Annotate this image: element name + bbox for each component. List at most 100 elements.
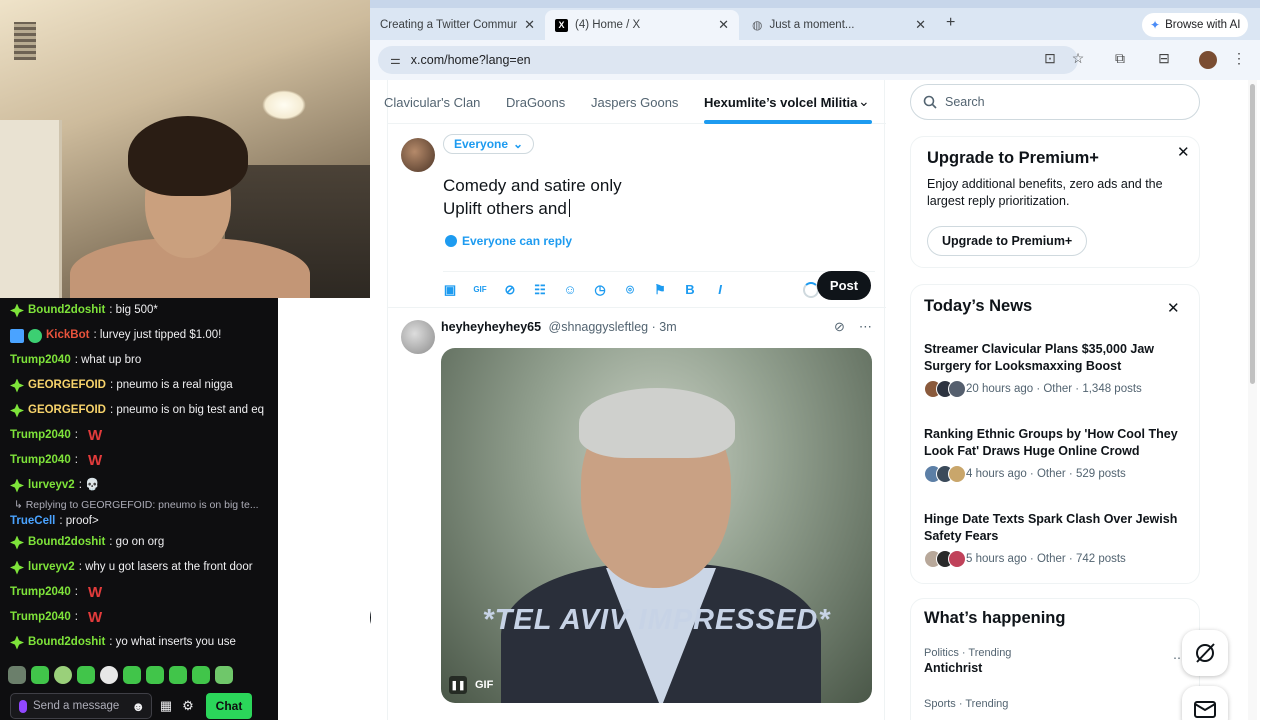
tweet[interactable]: heyheyheyhey65 @shnaggysleftleg · 3m ⊘ ⋯ — [388, 310, 886, 720]
close-icon[interactable]: ✕ — [1167, 299, 1180, 317]
subscriber-badge-icon — [10, 560, 24, 575]
emote-icon[interactable] — [8, 666, 26, 684]
tab-creating-community[interactable]: Creating a Twitter Community ✕ — [370, 10, 545, 40]
chat-username[interactable]: Trump2040 — [10, 605, 71, 630]
emote-icon[interactable] — [123, 666, 141, 684]
location-icon[interactable]: ⌾ — [623, 283, 637, 297]
cast-search-icon[interactable]: ⊟ — [1154, 50, 1174, 67]
chat-messages[interactable]: Bound2doshit: big 500* KickBot: lurvey j… — [0, 298, 278, 660]
chat-username[interactable]: GEORGEFOID — [28, 398, 106, 423]
chat-username[interactable]: TrueCell — [10, 512, 55, 530]
subscriber-badge-icon — [10, 303, 24, 318]
poll-icon[interactable]: ☷ — [533, 283, 547, 297]
tab-x-home[interactable]: X (4) Home / X ✕ — [545, 10, 739, 40]
tab-dragoons[interactable]: DraGoons — [506, 95, 565, 110]
chat-username[interactable]: GEORGEFOID — [28, 373, 106, 398]
emote-icon[interactable] — [215, 666, 233, 684]
tab-clavicular-clan[interactable]: Clavicular's Clan — [384, 95, 480, 110]
feather-compose-icon — [370, 596, 371, 639]
pause-icon[interactable]: ❚❚ — [449, 676, 467, 694]
grok-floating-button[interactable] — [1182, 630, 1228, 676]
emote-icon[interactable] — [54, 666, 72, 684]
right-sidebar: Search Upgrade to Premium+ ✕ Enjoy addit… — [910, 80, 1228, 720]
chat-username[interactable]: Bound2doshit — [28, 298, 105, 323]
news-headline: Streamer Clavicular Plans $35,000 Jaw Su… — [924, 342, 1155, 373]
chat-username[interactable]: Bound2doshit — [28, 530, 105, 555]
emote-icon[interactable] — [192, 666, 210, 684]
emote-icon[interactable] — [77, 666, 95, 684]
close-tab-icon[interactable]: ✕ — [915, 17, 926, 33]
emoji-icon[interactable]: ☺ — [563, 283, 577, 297]
news-item[interactable]: Streamer Clavicular Plans $35,000 Jaw Su… — [924, 341, 1192, 398]
trend-item[interactable]: Politics · Trending Antichrist — [924, 647, 1184, 675]
emote-icon[interactable] — [31, 666, 49, 684]
install-app-icon[interactable]: ⊡ — [1040, 50, 1060, 67]
tweet-gif[interactable]: *TEL AVIV IMPRESSED* ❚❚ GIF — [441, 348, 872, 703]
italic-icon[interactable]: I — [713, 283, 727, 297]
search-input[interactable]: Search — [910, 84, 1200, 120]
site-settings-icon[interactable]: ⚌ — [390, 53, 401, 67]
chat-send-button[interactable]: Chat — [206, 693, 252, 719]
browse-with-ai-button[interactable]: ✦ Browse with AI — [1142, 13, 1249, 37]
chevron-down-icon[interactable]: ⌄ — [858, 93, 870, 110]
flag-icon[interactable]: ⚑ — [653, 283, 667, 297]
reply-context-text: Replying to GEORGEFOID: pneumo is on big… — [25, 499, 259, 511]
emoji-icon[interactable]: ☻ — [131, 700, 145, 713]
post-button[interactable]: Post — [817, 271, 871, 300]
store-icon[interactable]: ▦ — [158, 698, 174, 714]
chat-emote: W — [87, 609, 103, 626]
post-text-area[interactable]: Comedy and satire only Uplift others and — [443, 174, 622, 220]
extensions-icon[interactable]: ⧉ — [1110, 50, 1130, 67]
scrollbar-thumb[interactable] — [1250, 84, 1255, 384]
composer-avatar[interactable] — [401, 138, 435, 172]
emote-icon[interactable] — [100, 666, 118, 684]
chat-username[interactable]: Trump2040 — [10, 580, 71, 605]
messages-floating-button[interactable] — [1182, 686, 1228, 720]
close-tab-icon[interactable]: ✕ — [524, 17, 535, 33]
microphone-icon[interactable] — [19, 699, 27, 713]
emote-icon[interactable] — [146, 666, 164, 684]
browser-menu-icon[interactable]: ⋮ — [1232, 50, 1246, 67]
url-text[interactable]: x.com/home?lang=en — [411, 53, 531, 67]
chat-username[interactable]: Bound2doshit — [28, 630, 105, 655]
news-item[interactable]: Ranking Ethnic Groups by 'How Cool They … — [924, 426, 1192, 483]
tab-just-a-moment[interactable]: ◍ Just a moment... ✕ — [742, 10, 936, 40]
chat-username[interactable]: KickBot — [46, 323, 89, 348]
bold-icon[interactable]: B — [683, 283, 697, 297]
tweet-avatar[interactable] — [401, 320, 435, 354]
news-item[interactable]: Hinge Date Texts Spark Clash Over Jewish… — [924, 511, 1192, 568]
reply-settings[interactable]: Everyone can reply — [445, 234, 572, 248]
chat-message-input[interactable]: Send a message ☻ — [10, 693, 152, 719]
settings-gear-icon[interactable]: ⚙ — [180, 698, 196, 714]
profile-avatar[interactable] — [1199, 51, 1217, 69]
schedule-icon[interactable]: ◷ — [593, 283, 607, 297]
tweet-handle[interactable]: @shnaggysleftleg — [549, 320, 649, 334]
window-top-bar — [370, 0, 1260, 8]
compose-post-button[interactable] — [370, 596, 371, 639]
close-icon[interactable]: ✕ — [1177, 143, 1190, 161]
chat-text: : 💀 — [78, 479, 100, 491]
chat-username[interactable]: Trump2040 — [10, 423, 71, 448]
chat-username[interactable]: lurveyv2 — [28, 555, 75, 580]
tweet-author-name[interactable]: heyheyheyhey65 — [441, 320, 541, 334]
media-icon[interactable]: ▣ — [443, 283, 457, 297]
audience-selector[interactable]: Everyone ⌄ — [443, 134, 535, 154]
chat-username[interactable]: Trump2040 — [10, 348, 71, 373]
tab-jaspers-goons[interactable]: Jaspers Goons — [591, 95, 678, 110]
new-tab-plus-icon[interactable]: + — [946, 14, 955, 32]
gif-icon[interactable]: GIF — [473, 283, 487, 297]
close-tab-icon[interactable]: ✕ — [718, 17, 729, 33]
upgrade-premium-button[interactable]: Upgrade to Premium+ — [927, 226, 1088, 256]
trend-item[interactable]: Sports · Trending — [924, 698, 1184, 712]
chat-username[interactable]: Trump2040 — [10, 448, 71, 473]
chat-username[interactable]: lurveyv2 — [28, 473, 75, 498]
tab-hexumlite-militia[interactable]: Hexumlite’s volcel Militia — [704, 95, 857, 110]
url-bar[interactable]: ⚌ x.com/home?lang=en — [378, 46, 1078, 74]
bookmark-star-icon[interactable]: ☆ — [1068, 50, 1088, 67]
grok-icon[interactable]: ⊘ — [503, 283, 517, 297]
emote-icon[interactable] — [169, 666, 187, 684]
grok-icon[interactable]: ⊘ — [834, 319, 845, 335]
chat-text: : what up bro — [74, 354, 142, 366]
more-options-icon[interactable]: ⋯ — [859, 319, 872, 335]
tweet-time[interactable]: 3m — [659, 320, 676, 334]
